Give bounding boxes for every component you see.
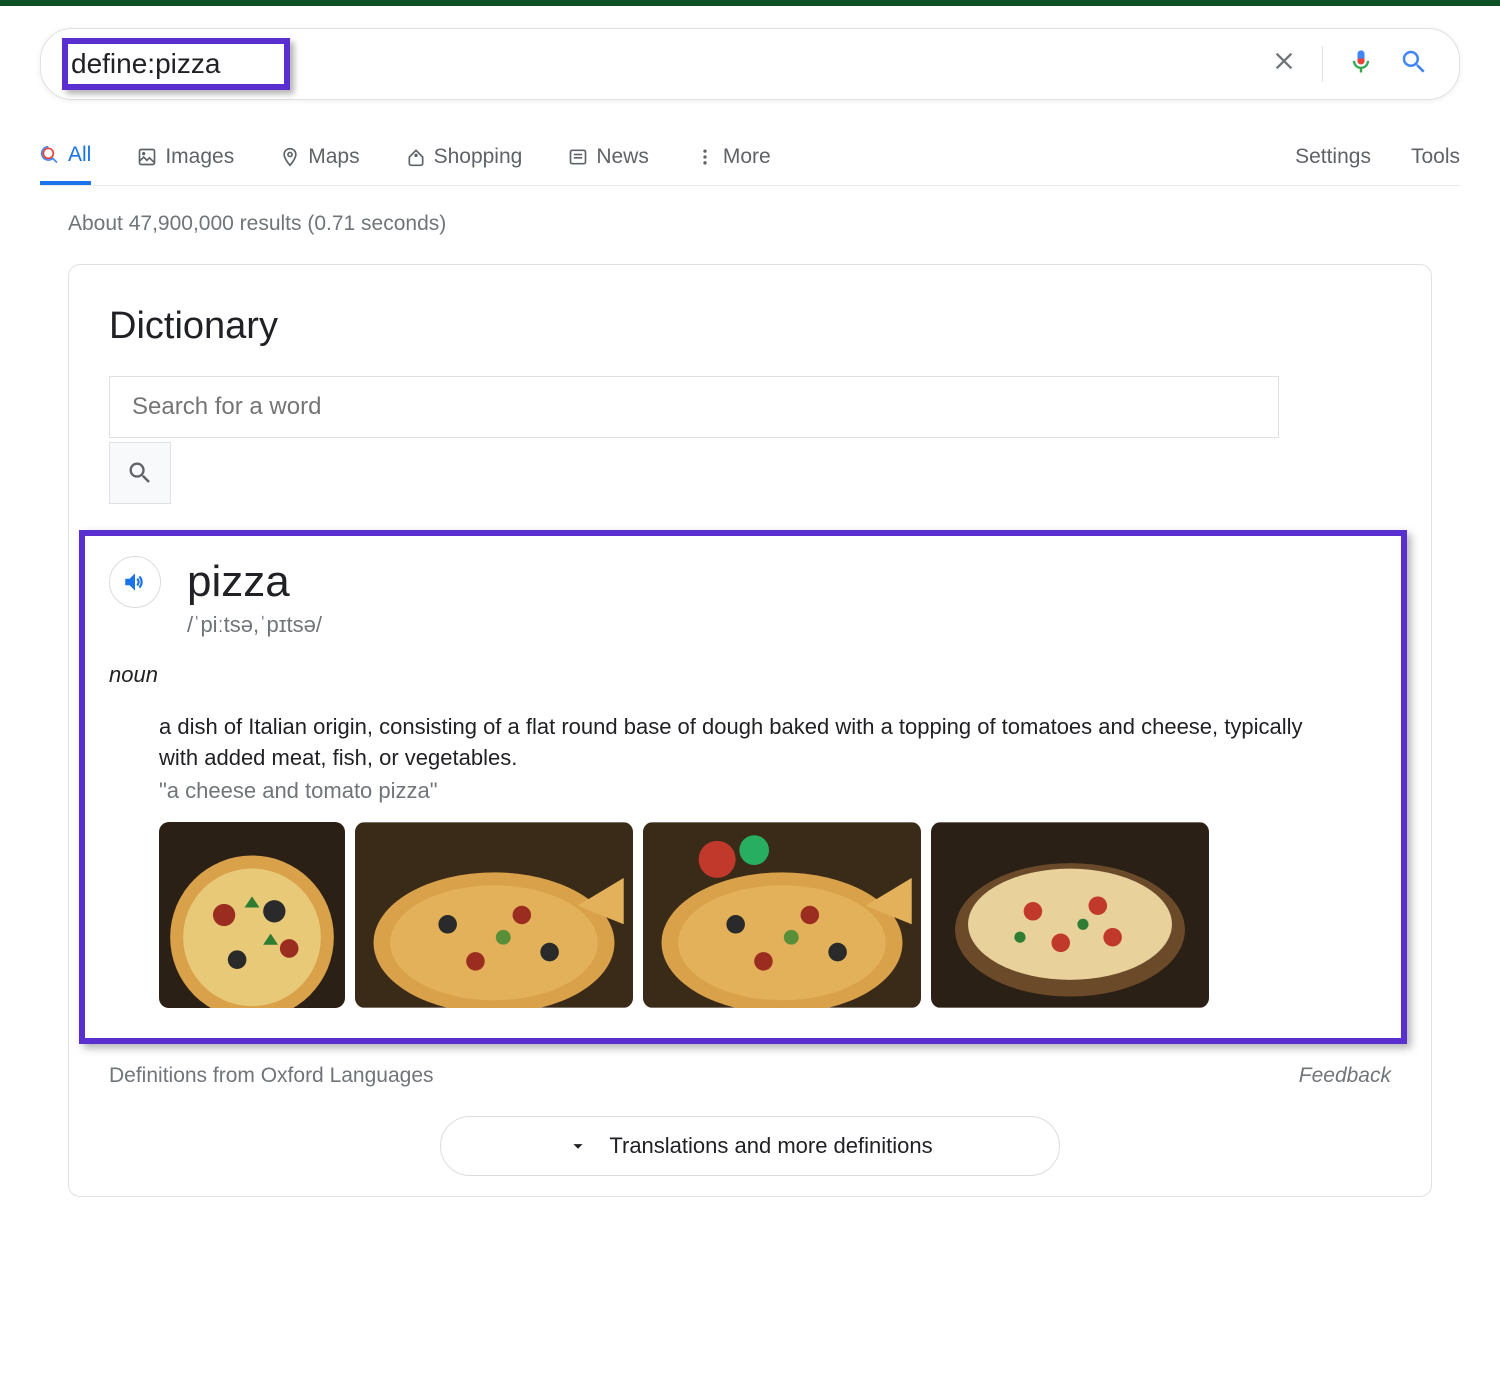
settings-link[interactable]: Settings [1295, 145, 1371, 169]
tools-link[interactable]: Tools [1411, 145, 1460, 169]
audio-pronounce-button[interactable] [109, 556, 161, 608]
part-of-speech: noun [109, 662, 1377, 688]
pizza-image-1[interactable] [159, 822, 345, 1008]
dictionary-search-button[interactable] [109, 442, 171, 504]
dictionary-title: Dictionary [109, 305, 1391, 348]
translations-button[interactable]: Translations and more definitions [440, 1116, 1060, 1176]
tab-maps[interactable]: Maps [280, 128, 359, 185]
tab-more-label: More [723, 145, 771, 169]
translations-label: Translations and more definitions [609, 1133, 932, 1159]
results-count: About 47,900,000 results (0.71 seconds) [68, 212, 1500, 236]
tab-shopping[interactable]: Shopping [406, 128, 523, 185]
example-text: "a cheese and tomato pizza" [159, 778, 1377, 804]
feedback-link[interactable]: Feedback [1299, 1064, 1391, 1088]
clear-icon[interactable] [1270, 47, 1298, 82]
definition-attribution[interactable]: Definitions from Oxford Languages [109, 1064, 434, 1088]
tabs-row: All Images Maps Shopping News More Setti… [40, 128, 1460, 186]
definition-text: a dish of Italian origin, consisting of … [159, 712, 1309, 774]
tab-shopping-label: Shopping [434, 145, 523, 169]
search-icon[interactable] [1399, 47, 1429, 82]
pizza-image-4[interactable] [931, 822, 1209, 1008]
dictionary-search-input[interactable] [109, 376, 1279, 438]
phonetic: /ˈpiːtsə,ˈpɪtsə/ [187, 612, 1377, 638]
search-input[interactable] [71, 48, 1270, 80]
tab-maps-label: Maps [308, 145, 359, 169]
voice-search-icon[interactable] [1347, 48, 1375, 81]
search-icon [126, 459, 154, 487]
definition-entry-highlight: pizza /ˈpiːtsə,ˈpɪtsə/ noun a dish of It… [79, 530, 1407, 1044]
tab-more[interactable]: More [695, 128, 771, 185]
dictionary-card: Dictionary pizza /ˈpiːtsə,ˈpɪtsə/ noun a… [68, 264, 1432, 1197]
search-bar-divider [1322, 46, 1323, 82]
search-bar [40, 28, 1460, 100]
word-title: pizza [187, 557, 290, 607]
tab-all[interactable]: All [40, 128, 91, 185]
tab-news-label: News [596, 145, 649, 169]
search-bar-container [40, 28, 1460, 100]
tab-images-label: Images [165, 145, 234, 169]
chevron-down-icon [567, 1135, 589, 1157]
tab-images[interactable]: Images [137, 128, 234, 185]
example-images-row [159, 822, 1377, 1008]
tab-all-label: All [68, 143, 91, 167]
pizza-image-3[interactable] [643, 822, 921, 1008]
speaker-icon [122, 569, 148, 595]
tab-news[interactable]: News [568, 128, 649, 185]
pizza-image-2[interactable] [355, 822, 633, 1008]
